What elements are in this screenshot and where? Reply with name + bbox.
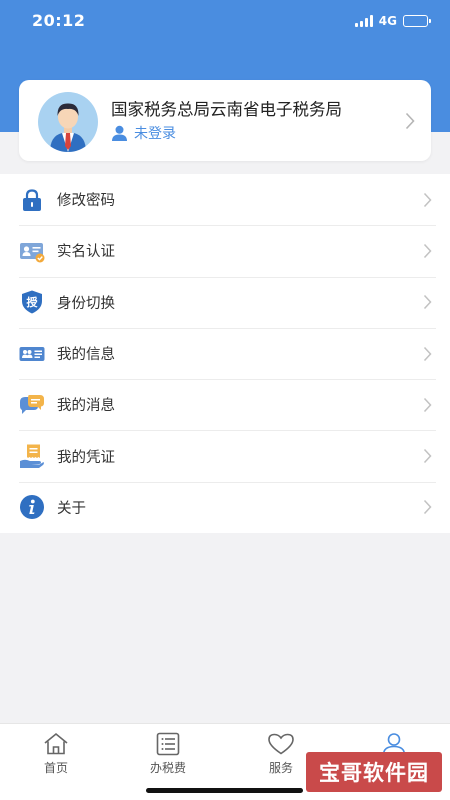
info-card-icon (19, 346, 45, 361)
battery-icon (403, 15, 431, 27)
info-circle-icon (20, 495, 44, 520)
login-status: 未登录 (134, 126, 176, 142)
receipt-hand-icon (20, 444, 44, 469)
menu-item-change-password[interactable]: 修改密码 (0, 174, 450, 225)
org-name: 国家税务总局云南省电子税务局 (111, 100, 342, 119)
tab-label: 服务 (268, 761, 293, 775)
tab-tax[interactable]: 办税费 (138, 732, 198, 776)
home-icon (44, 732, 68, 755)
chevron-right-icon (423, 295, 432, 310)
tab-label: 首页 (43, 761, 68, 775)
tab-label: 办税费 (149, 761, 186, 775)
menu-item-my-vouchers[interactable]: 我的凭证 (0, 430, 450, 481)
list-icon (156, 732, 180, 756)
home-indicator (146, 788, 303, 793)
menu-item-switch-identity[interactable]: 授 身份切换 (0, 276, 450, 328)
status-bar: 20:12 4G (0, 0, 450, 44)
lock-icon (23, 189, 41, 211)
chevron-right-icon (423, 243, 432, 258)
avatar[interactable] (38, 92, 98, 152)
menu-item-my-info[interactable]: 我的信息 (0, 327, 450, 379)
tab-home[interactable]: 首页 (26, 732, 86, 776)
heart-icon (268, 733, 294, 755)
watermark: 宝哥软件园 (306, 752, 442, 792)
chevron-right-icon (423, 346, 432, 361)
menu-item-my-messages[interactable]: 我的消息 (0, 379, 450, 430)
chevron-right-icon (423, 192, 432, 207)
chevron-right-icon (423, 397, 432, 412)
menu-label: 我的凭证 (57, 449, 115, 466)
menu-label: 身份切换 (57, 295, 115, 312)
chat-bubbles-icon (20, 394, 44, 414)
settings-menu: 修改密码 实名认证 授 身份切换 我的信息 我的消息 我的凭证 关于 (0, 174, 450, 534)
chevron-right-icon (423, 449, 432, 464)
signal-icon (354, 15, 373, 27)
menu-label: 修改密码 (57, 193, 115, 210)
status-indicators: 4G (354, 14, 431, 28)
id-card-verified-icon (20, 242, 45, 263)
authorize-shield-icon: 授 (19, 289, 45, 315)
authorize-glyph: 授 (26, 296, 38, 310)
login-link[interactable]: 未登录 (111, 123, 176, 143)
menu-item-real-name-auth[interactable]: 实名认证 (0, 225, 450, 276)
menu-label: 我的信息 (57, 347, 115, 364)
user-icon (112, 125, 127, 141)
menu-label: 关于 (57, 500, 86, 517)
menu-label: 我的消息 (57, 398, 115, 415)
profile-card[interactable]: 国家税务总局云南省电子税务局 未登录 (19, 80, 431, 161)
menu-item-about[interactable]: 关于 (0, 481, 450, 533)
menu-label: 实名认证 (57, 244, 115, 261)
chevron-right-icon (423, 500, 432, 515)
status-time: 20:12 (32, 11, 86, 30)
chevron-right-icon (405, 112, 415, 130)
network-type: 4G (378, 14, 397, 28)
tab-service[interactable]: 服务 (251, 732, 311, 776)
